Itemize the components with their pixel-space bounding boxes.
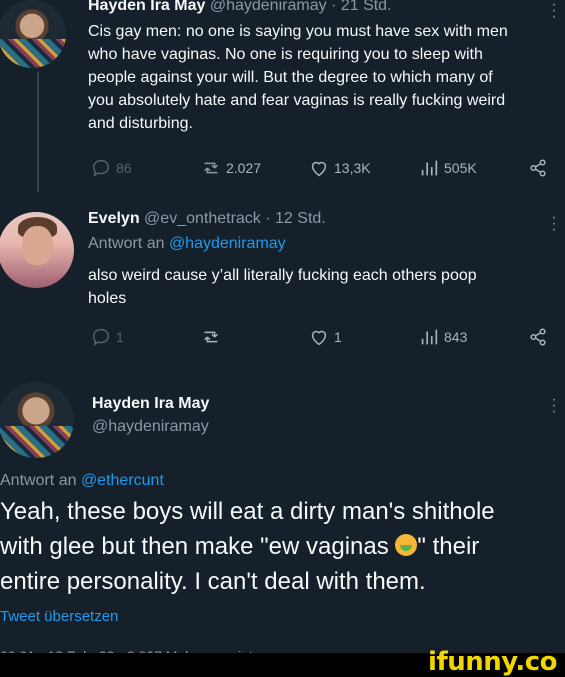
- tweet-line: with glee but then make "ew vaginas " th…: [0, 529, 565, 564]
- retweet-button[interactable]: [200, 326, 226, 348]
- reply-button[interactable]: 86: [90, 157, 132, 179]
- views-button[interactable]: 843: [418, 326, 467, 348]
- tweet-line: holes: [88, 290, 127, 307]
- views-icon: [421, 160, 438, 176]
- retweet-icon: [204, 162, 218, 174]
- tweet-line: and disturbing.: [88, 115, 193, 132]
- tweet-line: who have vaginas. No one is requiring yo…: [88, 46, 483, 63]
- reply-context: Antwort an @ethercunt: [0, 472, 164, 490]
- nauseated-face-icon: [395, 534, 418, 556]
- views-count: 843: [444, 329, 468, 345]
- author-name[interactable]: Evelyn: [88, 210, 140, 227]
- author-handle[interactable]: @haydeniramay: [210, 0, 327, 14]
- tweet2-text: also weird cause y’all literally fucking…: [88, 264, 558, 310]
- author-name[interactable]: Hayden Ira May: [92, 395, 209, 413]
- author-handle[interactable]: @ev_onthetrack: [144, 210, 261, 227]
- heart-icon: [311, 161, 327, 177]
- avatar-evelyn[interactable]: [0, 212, 74, 288]
- retweet-icon: [204, 331, 218, 343]
- avatar-hayden[interactable]: [0, 0, 66, 68]
- timestamp[interactable]: · 21 Std.: [331, 0, 391, 14]
- tweet1-header: Hayden Ira May @haydeniramay · 21 Std.: [88, 0, 392, 15]
- avatar-hayden[interactable]: [0, 382, 74, 458]
- heart-icon: [311, 330, 327, 346]
- like-count: 1: [334, 329, 342, 345]
- more-options-icon[interactable]: · · ·: [551, 210, 557, 238]
- views-icon: [421, 329, 438, 345]
- views-button[interactable]: 505K: [418, 157, 477, 179]
- reply-to-link[interactable]: @haydeniramay: [169, 235, 286, 252]
- translate-link[interactable]: Tweet übersetzen: [0, 608, 118, 625]
- tweet3-text: Yeah, these boys will eat a dirty man's …: [0, 494, 565, 599]
- tweet-line: people against your will. But the degree…: [88, 69, 493, 86]
- reply-icon: [92, 159, 110, 177]
- like-count: 13,3K: [334, 160, 371, 176]
- tweet-line-part: with glee but then make "ew vaginas: [0, 533, 389, 560]
- tweet-line: Cis gay men: no one is saying you must h…: [88, 23, 508, 40]
- like-button[interactable]: 13,3K: [308, 157, 371, 179]
- tweet2-header: Evelyn @ev_onthetrack · 12 Std.: [88, 210, 326, 228]
- tweet-line: also weird cause y’all literally fucking…: [88, 267, 477, 284]
- ifunny-watermark: ifunny.co: [428, 647, 557, 677]
- retweet-button[interactable]: 2.027: [200, 157, 261, 179]
- views-count: 505K: [444, 160, 477, 176]
- reply-button[interactable]: 1: [90, 326, 124, 348]
- timestamp[interactable]: · 12 Std.: [265, 210, 325, 227]
- share-button[interactable]: [527, 157, 549, 179]
- reply-context: Antwort an @haydeniramay: [88, 235, 286, 253]
- reply-to-link[interactable]: @ethercunt: [81, 472, 164, 489]
- tweet-line: you absolutely hate and fear vaginas is …: [88, 92, 506, 109]
- share-button[interactable]: [527, 326, 549, 348]
- author-name[interactable]: Hayden Ira May: [88, 0, 205, 14]
- share-icon: [530, 328, 546, 346]
- author-handle[interactable]: @haydeniramay: [92, 418, 209, 436]
- tweet1-text: Cis gay men: no one is saying you must h…: [88, 20, 563, 135]
- reply-count: 1: [116, 329, 124, 345]
- reply-count: 86: [116, 160, 132, 176]
- like-button[interactable]: 1: [308, 326, 342, 348]
- tweet3-header: Hayden Ira May @haydeniramay: [92, 395, 209, 436]
- tweet-line-part: " their: [417, 533, 480, 560]
- retweet-count: 2.027: [226, 160, 262, 176]
- thread-line: [37, 72, 39, 192]
- reply-prefix: Antwort an: [88, 235, 165, 252]
- reply-icon: [92, 328, 110, 346]
- more-options-icon[interactable]: · · ·: [551, 392, 557, 420]
- reply-prefix: Antwort an: [0, 472, 77, 489]
- share-icon: [530, 159, 546, 177]
- more-options-icon[interactable]: · · ·: [551, 0, 557, 25]
- tweet-line: entire personality. I can't deal with th…: [0, 568, 426, 595]
- tweet-line: Yeah, these boys will eat a dirty man's …: [0, 498, 495, 525]
